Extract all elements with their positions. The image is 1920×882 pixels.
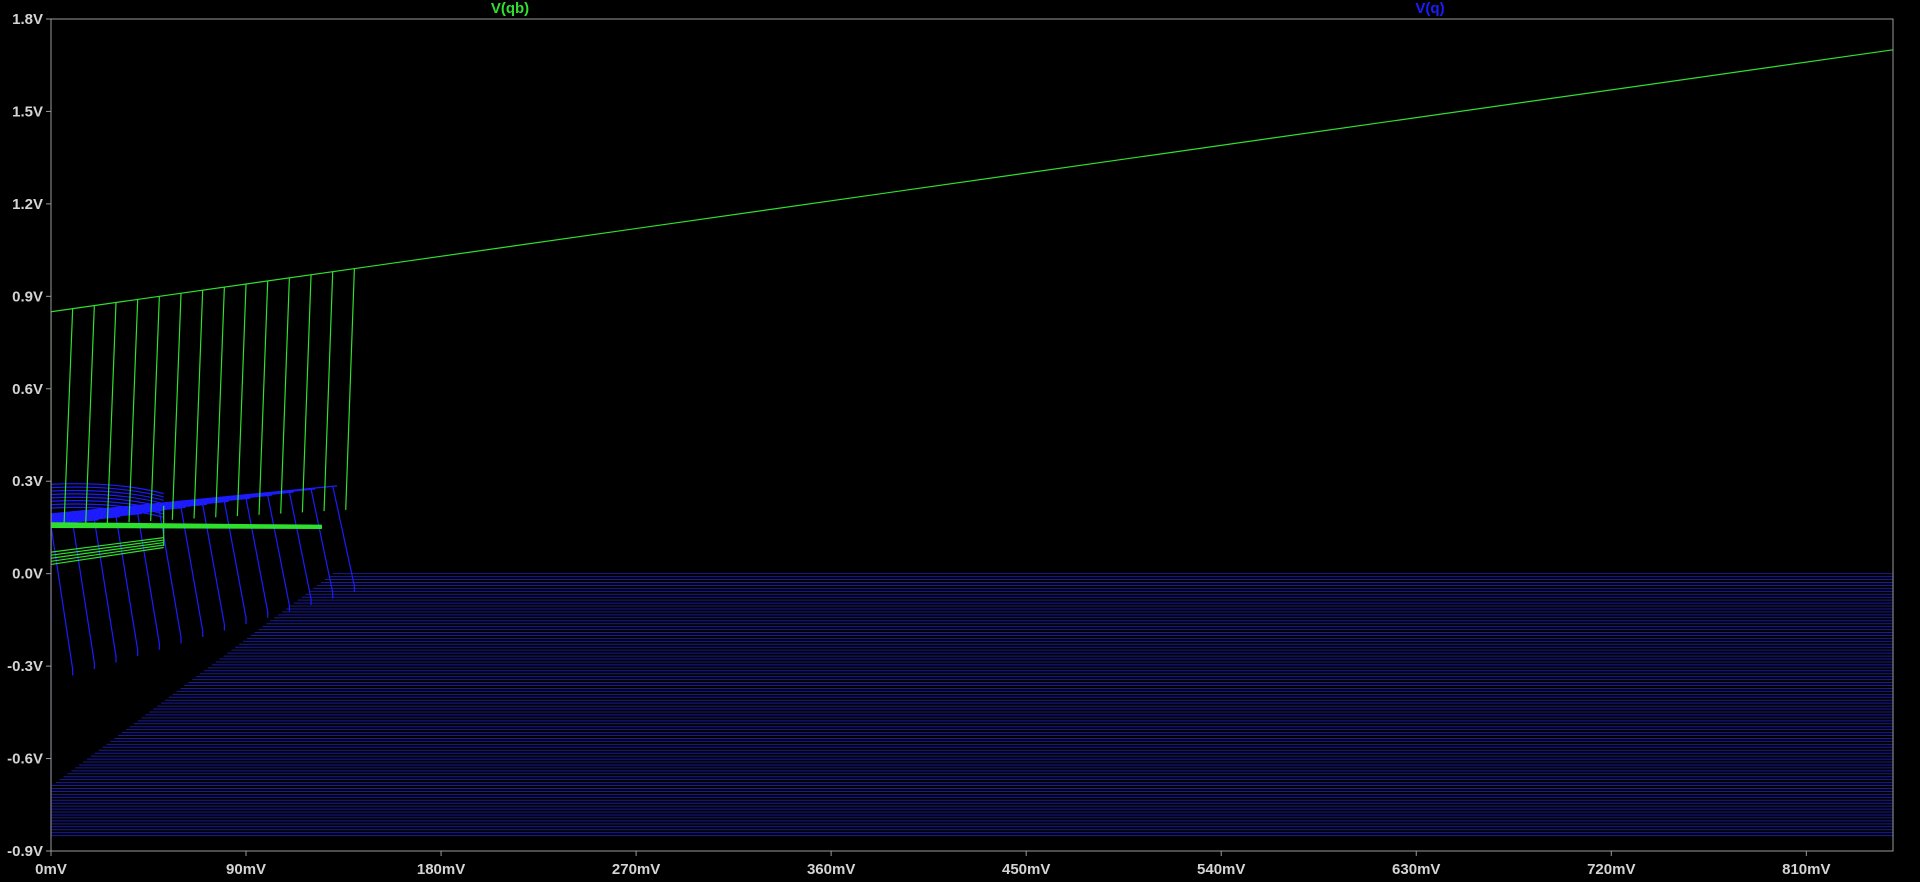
x-tick-label: 810mV [1782,861,1830,878]
vq-drop-line [93,519,117,663]
x-tick-label: 720mV [1587,861,1635,878]
y-tick-label: 0.9V [12,288,43,305]
y-tick-label: 1.8V [12,11,43,28]
x-tick-label: 360mV [807,861,855,878]
x-tick-label: 180mV [417,861,465,878]
x-tick-label: 630mV [1392,861,1440,878]
y-tick-label: 1.5V [12,103,43,120]
vqb-drop-line [215,287,225,518]
vqb-drop-line [150,296,160,521]
traces-group [51,49,1893,837]
vqb-drop-line [258,280,269,515]
vq-drop-line [202,504,225,631]
vqb-drop-line [301,274,312,513]
y-tick-label: 0.6V [12,381,43,398]
x-tick-label: 90mV [226,861,266,878]
vq-drop-line [72,522,95,669]
y-tick-label: -0.9V [7,843,43,860]
vq-drop-line [223,501,247,625]
vqb-drop-line [193,290,204,519]
vqb-drop-line [345,268,355,510]
vq-drop-line [51,525,74,676]
y-tick-label: 1.2V [12,196,43,213]
vq-drop-line [245,498,269,618]
vq-drop-line [158,510,182,644]
vqb-drop-line [106,302,117,524]
plot-svg: 1.8V 1.5V 1.2V 0.9V 0.6V 0.3V 0.0V -0.3V -0.6V -0… [7,0,1894,878]
series-vq-sweep [51,573,1893,837]
trace-label-vq: V(q) [1415,0,1444,17]
vq-drop-line [267,494,290,612]
y-tick-label: 0.0V [12,566,43,583]
x-tick-label: 270mV [612,861,660,878]
vqb-high-branch [51,49,1893,313]
vqb-drop-line [85,305,95,525]
vqb-drop-line [171,293,182,520]
waveform-plot[interactable]: 1.8V 1.5V 1.2V 0.9V 0.6V 0.3V 0.0V -0.3V -0.6V -0… [0,0,1920,882]
vqb-drop-line [128,299,139,523]
y-tick-label: 0.3V [12,473,43,490]
vqb-drop-line [323,271,334,512]
y-tick-label: -0.6V [7,751,43,768]
vq-drop-line [288,491,312,605]
vqb-drop-line [236,283,247,517]
vq-drop-line [115,516,139,657]
x-tick-label: 540mV [1197,861,1245,878]
x-tick-label: 0mV [35,861,67,878]
vq-drop-line [137,513,160,650]
vq-plateau-line [51,488,316,516]
trace-label-vqb: V(qb) [491,0,529,17]
x-tick-label: 450mV [1002,861,1050,878]
vqb-drop-line [280,277,290,514]
y-tick-label: -0.3V [7,658,43,675]
